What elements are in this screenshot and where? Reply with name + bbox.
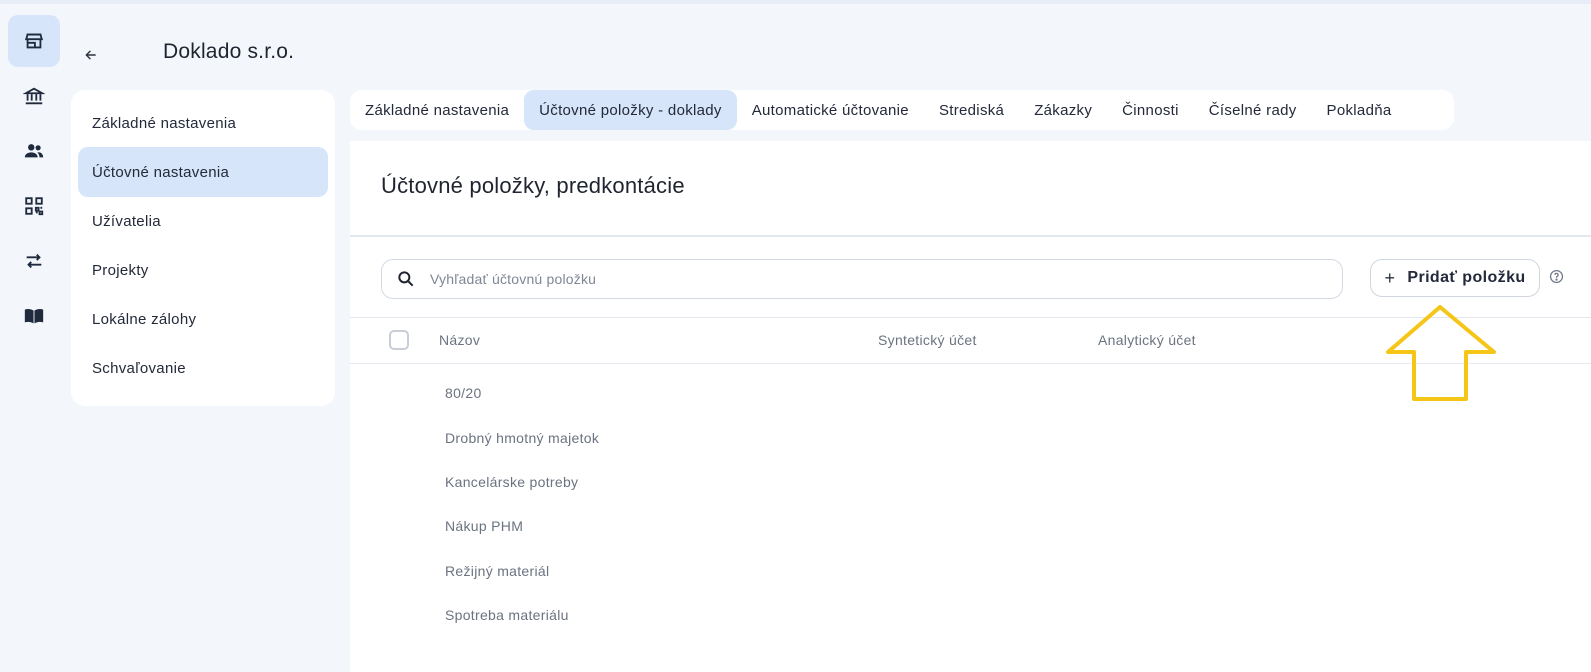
help-icon[interactable] xyxy=(1549,269,1564,284)
accounting-items-panel: Účtovné položky, predkontácie + Pridať p… xyxy=(350,141,1591,672)
search-field xyxy=(381,259,1343,299)
book-icon[interactable] xyxy=(8,290,60,342)
bank-icon[interactable] xyxy=(8,70,60,122)
column-header-analytic-account[interactable]: Analytický účet xyxy=(1098,332,1196,348)
select-all-checkbox[interactable] xyxy=(389,330,409,350)
menu-item-users[interactable]: Užívatelia xyxy=(78,196,328,246)
search-icon xyxy=(398,271,414,287)
menu-item-local-backups[interactable]: Lokálne zálohy xyxy=(78,294,328,344)
tab-orders[interactable]: Zákazky xyxy=(1019,90,1107,130)
add-item-button[interactable]: + Pridať položku xyxy=(1370,259,1540,297)
column-header-synthetic-account[interactable]: Syntetický účet xyxy=(878,332,977,348)
add-item-label: Pridať položku xyxy=(1407,269,1526,286)
company-name: Doklado s.r.o. xyxy=(163,40,295,63)
menu-item-approval[interactable]: Schvaľovanie xyxy=(78,343,328,393)
tab-activities[interactable]: Činnosti xyxy=(1107,90,1194,130)
tab-automatic-accounting[interactable]: Automatické účtovanie xyxy=(737,90,924,130)
table-row[interactable]: 80/20 xyxy=(445,385,482,401)
tab-cash-register[interactable]: Pokladňa xyxy=(1312,90,1407,130)
transfer-icon[interactable] xyxy=(8,235,60,287)
plus-icon: + xyxy=(1384,267,1396,288)
qr-code-icon[interactable] xyxy=(8,180,60,232)
table-row[interactable]: Drobný hmotný majetok xyxy=(445,430,599,446)
menu-item-basic-settings[interactable]: Základné nastavenia xyxy=(78,98,328,148)
divider xyxy=(350,235,1591,237)
menu-item-projects[interactable]: Projekty xyxy=(78,245,328,295)
table-row[interactable]: Režijný materiál xyxy=(445,563,549,579)
up-arrow-highlight-icon xyxy=(1386,305,1496,401)
table-row[interactable]: Spotreba materiálu xyxy=(445,607,569,623)
users-icon[interactable] xyxy=(8,125,60,177)
search-input[interactable] xyxy=(428,263,1312,295)
tab-accounting-items[interactable]: Účtovné položky - doklady xyxy=(524,90,737,130)
table-row[interactable]: Nákup PHM xyxy=(445,518,523,534)
page-title: Účtovné položky, predkontácie xyxy=(381,173,685,198)
settings-tabs: Základné nastavenia Účtovné položky - do… xyxy=(350,90,1454,130)
top-bar-strip xyxy=(0,0,1591,4)
tab-number-series[interactable]: Číselné rady xyxy=(1194,90,1312,130)
icon-rail xyxy=(0,4,66,672)
column-header-name[interactable]: Názov xyxy=(439,332,480,348)
menu-item-accounting-settings[interactable]: Účtovné nastavenia xyxy=(78,147,328,197)
tab-cost-centers[interactable]: Strediská xyxy=(924,90,1019,130)
store-icon[interactable] xyxy=(8,15,60,67)
table-row[interactable]: Kancelárske potreby xyxy=(445,474,578,490)
back-arrow-icon[interactable] xyxy=(80,44,102,66)
tab-basic-settings[interactable]: Základné nastavenia xyxy=(350,90,524,130)
settings-menu: Základné nastavenia Účtovné nastavenia U… xyxy=(71,90,335,406)
